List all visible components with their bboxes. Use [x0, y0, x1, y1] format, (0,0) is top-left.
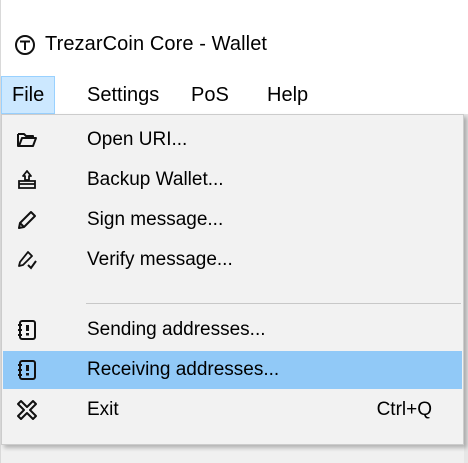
menu-item-open-uri[interactable]: Open URI... — [3, 121, 462, 159]
menu-help[interactable]: Help — [257, 76, 318, 114]
menu-item-label: Receiving addresses... — [87, 359, 280, 380]
menu-item-verify-message[interactable]: Verify message... — [3, 241, 462, 279]
menu-pos[interactable]: PoS — [181, 76, 239, 114]
menu-item-exit[interactable]: Exit Ctrl+Q — [3, 391, 462, 429]
exit-icon — [16, 399, 38, 421]
menu-item-sending-addresses[interactable]: Sending addresses... — [3, 311, 462, 349]
menu-item-label: Sign message... — [87, 209, 224, 230]
menu-separator — [86, 303, 461, 304]
address-book-icon — [16, 359, 38, 381]
menu-item-label: Backup Wallet... — [87, 169, 224, 190]
menu-item-label: Verify message... — [87, 249, 233, 270]
application-window: TrezarCoin Core - Wallet File Settings P… — [0, 0, 468, 463]
file-menu-dropdown: Open URI... Backup Wallet... Sign messag… — [1, 114, 464, 445]
menu-bar: File Settings PoS Help — [1, 76, 468, 114]
verify-icon — [16, 249, 38, 271]
title-bar: TrezarCoin Core - Wallet — [1, 0, 468, 76]
trezarcoin-logo-icon — [15, 35, 35, 55]
menu-item-shortcut: Ctrl+Q — [376, 399, 432, 420]
menu-item-backup-wallet[interactable]: Backup Wallet... — [3, 161, 462, 199]
backup-wallet-icon — [16, 169, 38, 191]
folder-open-icon — [16, 129, 38, 151]
menu-item-label: Sending addresses... — [87, 319, 266, 340]
window-title: TrezarCoin Core - Wallet — [45, 33, 268, 55]
address-book-icon — [16, 319, 38, 341]
menu-item-label: Exit — [87, 399, 119, 420]
menu-item-sign-message[interactable]: Sign message... — [3, 201, 462, 239]
window-content-edge — [464, 114, 468, 463]
pen-icon — [16, 209, 38, 231]
menu-file[interactable]: File — [1, 76, 56, 114]
menu-item-receiving-addresses[interactable]: Receiving addresses... — [3, 351, 462, 389]
menu-item-label: Open URI... — [87, 129, 188, 150]
menu-settings[interactable]: Settings — [77, 76, 169, 114]
